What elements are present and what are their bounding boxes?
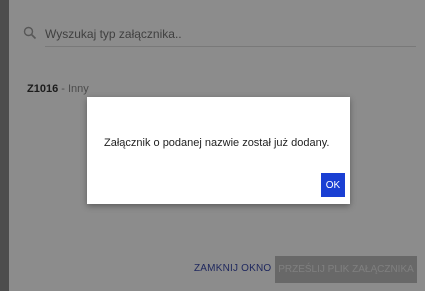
alert-dialog: Załącznik o podanej nazwie został już do… (87, 97, 350, 204)
dialog-message: Załącznik o podanej nazwie został już do… (104, 137, 330, 149)
ok-button[interactable]: OK (321, 173, 345, 197)
